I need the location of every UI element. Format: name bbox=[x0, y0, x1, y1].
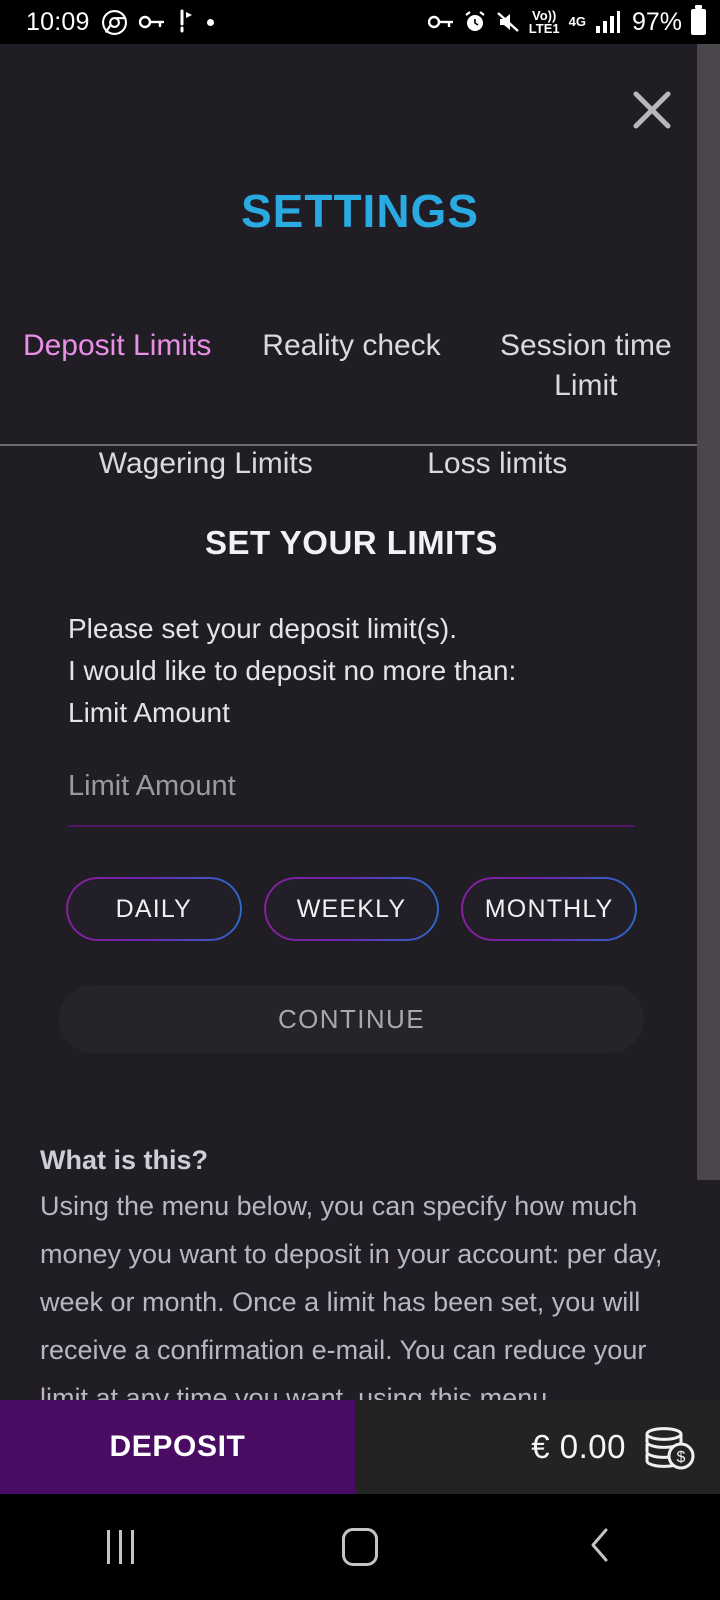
dot-icon bbox=[206, 18, 214, 26]
network-label: 4G bbox=[568, 14, 586, 30]
intro-line-1: Please set your deposit limit(s). bbox=[68, 613, 458, 644]
tabs-divider bbox=[0, 444, 703, 446]
intro-text: Please set your deposit limit(s). I woul… bbox=[0, 608, 703, 734]
settings-modal: SETTINGS Deposit Limits Reality check Se… bbox=[0, 44, 720, 1400]
continue-button[interactable]: CONTINUE bbox=[59, 985, 644, 1053]
tabs-row-1: Deposit Limits Reality check Session tim… bbox=[0, 326, 703, 406]
home-button[interactable] bbox=[300, 1507, 420, 1587]
intro-line-2: I would like to deposit no more than: bbox=[68, 655, 517, 686]
recents-button[interactable] bbox=[60, 1507, 180, 1587]
back-chevron-icon bbox=[585, 1525, 615, 1570]
info-section: What is this? Using the menu below, you … bbox=[40, 1145, 663, 1400]
status-bar-clock: 10:09 bbox=[26, 7, 90, 36]
volte-icon: Vo)) LTE1 bbox=[529, 9, 560, 36]
settings-tabs: Deposit Limits Reality check Session tim… bbox=[0, 326, 703, 484]
android-status-bar: 10:09 Vo)) LTE1 4G 97% bbox=[0, 0, 720, 44]
page-title: SETTINGS bbox=[240, 185, 480, 237]
mute-icon bbox=[496, 10, 520, 34]
tab-loss-limits[interactable]: Loss limits bbox=[352, 444, 644, 484]
bottom-bar: DEPOSIT € 0.00 $ bbox=[0, 1400, 720, 1494]
network-4g-icon: 4G bbox=[568, 14, 586, 30]
info-title: What is this? bbox=[40, 1145, 208, 1175]
intro-line-3: Limit Amount bbox=[68, 697, 230, 728]
coins-icon: $ bbox=[642, 1420, 696, 1475]
period-daily-button[interactable]: DAILY bbox=[66, 877, 242, 941]
recents-icon bbox=[106, 1530, 134, 1564]
tab-wagering-limits[interactable]: Wagering Limits bbox=[60, 444, 352, 484]
key-icon bbox=[427, 13, 454, 31]
balance-amount: € 0.00 bbox=[531, 1428, 626, 1465]
phone-screen: 10:09 Vo)) LTE1 4G 97% SETTINGS Deposit … bbox=[0, 0, 720, 1600]
key-icon bbox=[138, 13, 165, 31]
period-weekly-label: WEEKLY bbox=[296, 894, 407, 923]
alarm-icon bbox=[463, 10, 487, 34]
home-icon bbox=[342, 1528, 378, 1566]
close-icon bbox=[628, 86, 676, 139]
balance-display[interactable]: € 0.00 $ bbox=[355, 1400, 720, 1494]
period-daily-label: DAILY bbox=[115, 894, 193, 923]
back-button[interactable] bbox=[540, 1507, 660, 1587]
limit-amount-field bbox=[68, 766, 635, 827]
period-selector: DAILY WEEKLY MONTHLY bbox=[66, 877, 638, 941]
chrome-icon bbox=[101, 9, 127, 35]
limit-amount-input[interactable] bbox=[68, 766, 635, 827]
tabs-row-2: Wagering Limits Loss limits bbox=[0, 444, 703, 484]
tab-reality-check[interactable]: Reality check bbox=[234, 326, 468, 366]
section-heading: SET YOUR LIMITS bbox=[205, 524, 498, 561]
android-nav-bar bbox=[0, 1494, 720, 1600]
tab-deposit-limits[interactable]: Deposit Limits bbox=[0, 326, 234, 366]
status-bar-left: 10:09 bbox=[26, 8, 214, 37]
status-bar-right: Vo)) LTE1 4G 97% bbox=[427, 5, 706, 37]
period-monthly-button[interactable]: MONTHLY bbox=[461, 877, 638, 941]
signal-bars-icon bbox=[595, 10, 621, 34]
period-weekly-button[interactable]: WEEKLY bbox=[263, 877, 440, 941]
exclamation-icon bbox=[177, 9, 195, 35]
info-body: Using the menu below, you can specify ho… bbox=[40, 1191, 663, 1400]
scrollbar-track[interactable] bbox=[697, 44, 720, 1400]
battery-icon bbox=[691, 5, 706, 35]
svg-text:$: $ bbox=[677, 1449, 686, 1466]
period-monthly-label: MONTHLY bbox=[484, 894, 614, 923]
tab-session-time-limit[interactable]: Session time Limit bbox=[469, 326, 703, 406]
scrollbar-thumb[interactable] bbox=[697, 44, 720, 1180]
battery-percent-label: 97% bbox=[631, 7, 682, 36]
volte-sub-label: LTE1 bbox=[528, 21, 560, 36]
limits-panel: SET YOUR LIMITS Please set your deposit … bbox=[0, 524, 703, 1400]
close-button[interactable] bbox=[624, 84, 680, 140]
deposit-button[interactable]: DEPOSIT bbox=[0, 1400, 355, 1494]
